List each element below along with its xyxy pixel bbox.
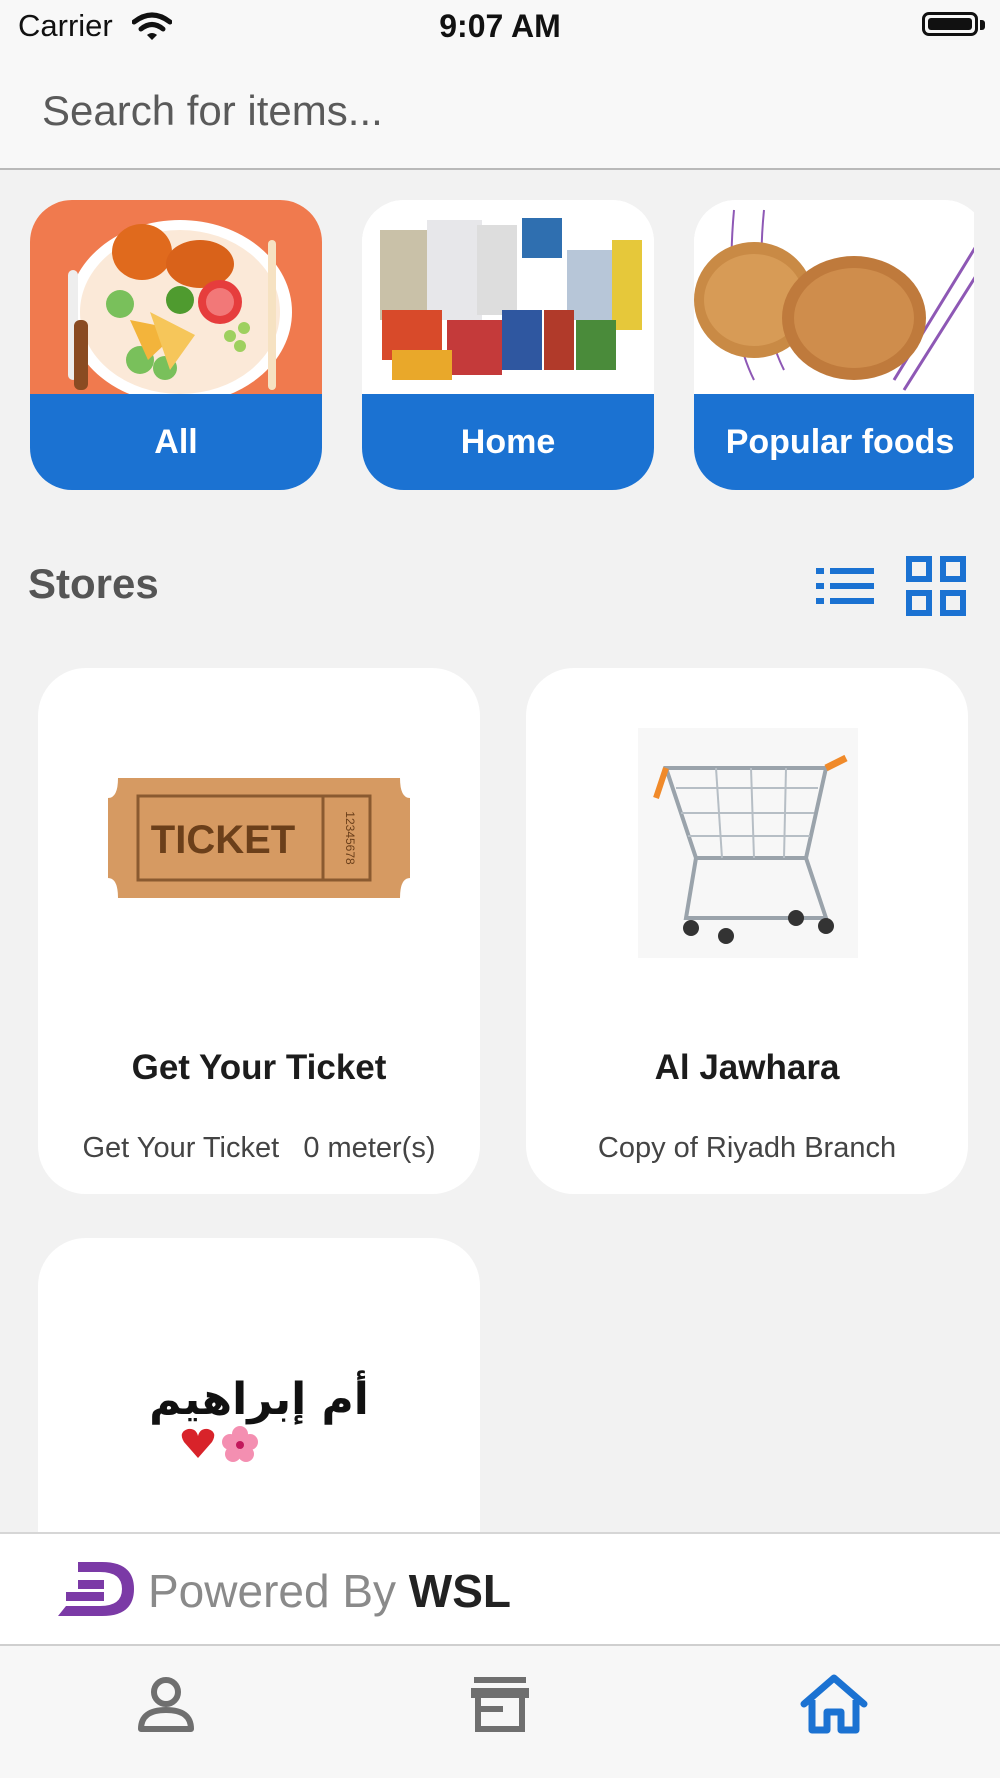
arabic-logo-text: أم إبراهيم bbox=[149, 1374, 369, 1425]
store-name: Get Your Ticket bbox=[131, 1048, 387, 1087]
grid-view-icon[interactable] bbox=[906, 556, 966, 616]
category-carousel[interactable]: All Home Popular foods bbox=[0, 200, 974, 492]
home-icon bbox=[800, 1674, 868, 1734]
powered-by-text: Powered By WSL bbox=[148, 1564, 511, 1618]
category-label: Popular foods bbox=[694, 394, 974, 490]
store-card-al-jawhara[interactable]: Al Jawhara Copy of Riyadh Branch bbox=[526, 668, 968, 1194]
search-input[interactable] bbox=[42, 82, 942, 140]
status-bar: Carrier 9:07 AM bbox=[0, 0, 1000, 56]
profile-tab[interactable] bbox=[106, 1664, 226, 1744]
battery-icon bbox=[922, 12, 978, 36]
search-bar bbox=[0, 56, 1000, 170]
store-card-get-your-ticket[interactable]: TICKET 12345678 Get Your Ticket Get Your… bbox=[38, 668, 480, 1194]
bread-loaves-image bbox=[694, 200, 974, 396]
store-branch: Get Your Ticket bbox=[82, 1132, 280, 1164]
list-view-icon[interactable] bbox=[816, 562, 874, 610]
ticket-image-serial: 12345678 bbox=[343, 811, 357, 865]
category-card-all[interactable]: All bbox=[30, 200, 322, 490]
ticket-image: TICKET 12345678 bbox=[108, 778, 410, 898]
clock: 9:07 AM bbox=[439, 8, 561, 44]
store-distance: 0 meter(s) bbox=[303, 1132, 436, 1164]
category-card-popular-foods[interactable]: Popular foods bbox=[694, 200, 974, 490]
store-subtitle: Copy of Riyadh Branch bbox=[597, 1132, 897, 1164]
storefront-icon bbox=[471, 1677, 529, 1732]
category-card-home[interactable]: Home bbox=[362, 200, 654, 490]
powered-by-bar: Powered By WSL bbox=[0, 1532, 1000, 1646]
stores-section-title: Stores bbox=[28, 560, 159, 607]
person-icon bbox=[138, 1677, 194, 1732]
meal-plate-image bbox=[30, 200, 322, 396]
store-subtitle: Get Your Ticket 0 meter(s) bbox=[38, 1132, 480, 1165]
tab-bar bbox=[0, 1646, 1000, 1778]
powered-by-brand: WSL bbox=[408, 1565, 511, 1617]
store-name: Al Jawhara bbox=[654, 1048, 840, 1087]
battery-cap bbox=[980, 20, 985, 30]
heart-flower-icon bbox=[181, 1426, 258, 1462]
powered-by-label: Powered By bbox=[148, 1565, 397, 1617]
home-tab[interactable] bbox=[774, 1664, 894, 1744]
category-label: Home bbox=[362, 394, 654, 490]
wsl-logo-icon bbox=[58, 1562, 134, 1616]
shopping-cart-image bbox=[638, 728, 858, 958]
stores-tab[interactable] bbox=[440, 1664, 560, 1744]
ticket-image-text: TICKET bbox=[151, 818, 295, 862]
grocery-products-image bbox=[362, 200, 654, 396]
category-label: All bbox=[30, 394, 322, 490]
